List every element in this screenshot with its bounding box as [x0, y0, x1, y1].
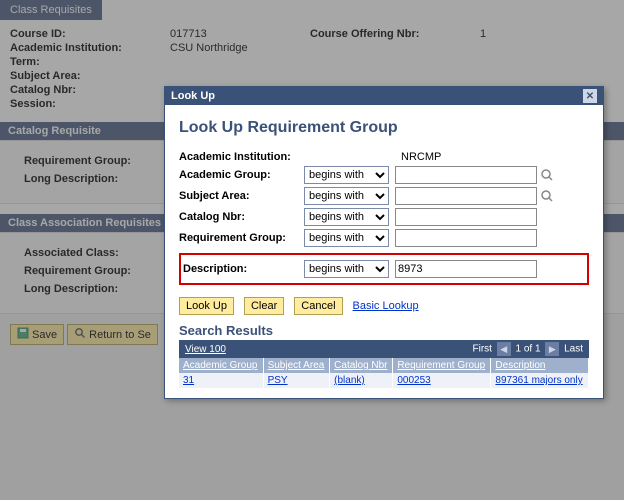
filter-academic-group-input[interactable] [395, 166, 537, 184]
modal-title: Look Up [171, 90, 215, 102]
filter-req-group-input[interactable] [395, 229, 537, 247]
filter-subject-area-operator[interactable]: begins with [304, 187, 389, 205]
filter-description-operator[interactable]: begins with [304, 260, 389, 278]
filter-catalog-nbr-input[interactable] [395, 208, 537, 226]
lookup-button[interactable]: Look Up [179, 297, 234, 315]
view-count-link[interactable]: View 100 [185, 344, 226, 355]
chevron-left-icon: ◀ [500, 344, 507, 355]
lookup-modal: Look Up ✕ Look Up Requirement Group Acad… [164, 86, 604, 399]
filter-catalog-nbr-operator[interactable]: begins with [304, 208, 389, 226]
col-requirement-group[interactable]: Requirement Group [393, 358, 491, 373]
results-nav-bar: View 100 First ◀ 1 of 1 ▶ Last [179, 340, 589, 358]
filter-subject-area-label: Subject Area: [179, 190, 304, 202]
cancel-button[interactable]: Cancel [294, 297, 342, 315]
results-table: Academic Group Subject Area Catalog Nbr … [179, 358, 589, 388]
cell-catalog-nbr[interactable]: (blank) [330, 373, 393, 388]
filter-academic-group-operator[interactable]: begins with [304, 166, 389, 184]
col-catalog-nbr[interactable]: Catalog Nbr [330, 358, 393, 373]
chevron-right-icon: ▶ [549, 344, 556, 355]
clear-button[interactable]: Clear [244, 297, 284, 315]
filter-catalog-nbr-label: Catalog Nbr: [179, 211, 304, 223]
cell-academic-group[interactable]: 31 [179, 373, 263, 388]
modal-close-button[interactable]: ✕ [583, 89, 597, 103]
basic-lookup-link[interactable]: Basic Lookup [353, 300, 419, 312]
nav-last[interactable]: Last [564, 344, 583, 355]
nav-first[interactable]: First [472, 344, 491, 355]
table-row[interactable]: 31 PSY (blank) 000253 897361 majors only [179, 373, 589, 388]
lookup-subject-area-button[interactable] [540, 189, 554, 203]
cell-description[interactable]: 897361 majors only [491, 373, 589, 388]
nav-prev-button[interactable]: ◀ [497, 342, 511, 356]
filter-academic-institution-value: NRCMP [401, 151, 441, 163]
filter-description-input[interactable] [395, 260, 537, 278]
filter-req-group-operator[interactable]: begins with [304, 229, 389, 247]
nav-position: 1 of 1 [516, 344, 541, 355]
modal-heading: Look Up Requirement Group [179, 119, 589, 137]
search-results-heading: Search Results [179, 323, 589, 338]
cell-requirement-group[interactable]: 000253 [393, 373, 491, 388]
col-description[interactable]: Description [491, 358, 589, 373]
col-academic-group[interactable]: Academic Group [179, 358, 263, 373]
filter-req-group-label: Requirement Group: [179, 232, 304, 244]
filter-description-label: Description: [183, 263, 304, 275]
col-subject-area[interactable]: Subject Area [263, 358, 330, 373]
lookup-academic-group-button[interactable] [540, 168, 554, 182]
close-icon: ✕ [586, 91, 594, 102]
cell-subject-area[interactable]: PSY [263, 373, 330, 388]
filter-academic-group-label: Academic Group: [179, 169, 304, 181]
filter-subject-area-input[interactable] [395, 187, 537, 205]
nav-next-button[interactable]: ▶ [545, 342, 559, 356]
filter-academic-institution-label: Academic Institution: [179, 151, 304, 163]
